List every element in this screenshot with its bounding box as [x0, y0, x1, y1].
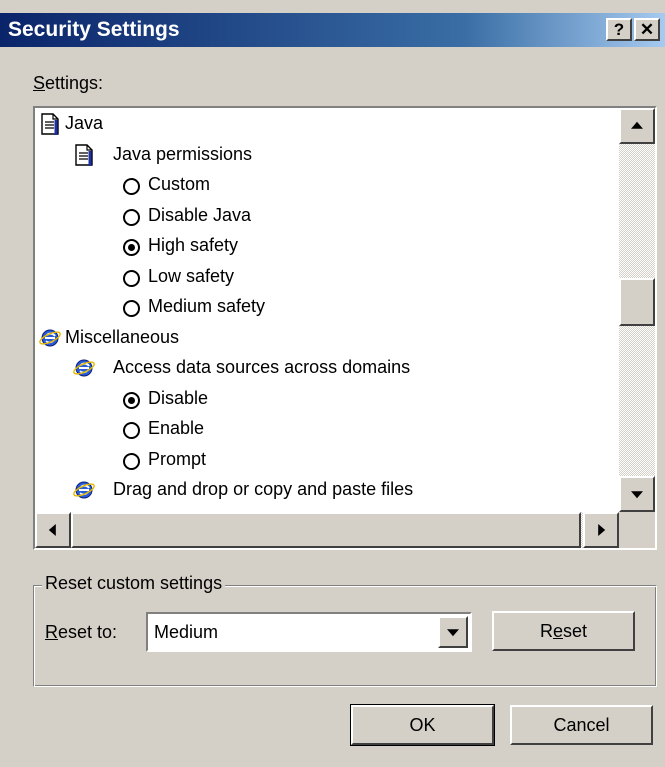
- document-icon: [73, 143, 95, 166]
- settings-tree-content: Java Java permissions Custom Disable Java Hi…: [35, 108, 619, 512]
- horizontal-scroll-thumb[interactable]: [71, 512, 581, 548]
- scroll-down-button[interactable]: [619, 476, 655, 512]
- setting-label: Access data sources across domains: [113, 357, 411, 377]
- cancel-button[interactable]: Cancel: [510, 705, 653, 745]
- security-settings-dialog: Security Settings ? ✕ Settings: Java Java…: [0, 0, 665, 767]
- setting-option-row[interactable]: Prompt: [35, 446, 619, 474]
- radio-button[interactable]: [123, 178, 140, 195]
- radio-button[interactable]: [123, 452, 140, 470]
- arrow-down-icon: [631, 491, 643, 499]
- settings-label-rest: ettings:: [45, 73, 104, 93]
- setting-label: Drag and drop or copy and paste files: [113, 479, 414, 499]
- reset-button-pre: R: [539, 621, 553, 641]
- setting-category-row: Java: [35, 110, 619, 138]
- setting-label: Prompt: [148, 448, 207, 469]
- setting-label: Java permissions: [113, 143, 253, 164]
- reset-level-select[interactable]: Medium: [146, 612, 472, 652]
- setting-label: Custom: [148, 174, 211, 194]
- vertical-scrollbar[interactable]: [619, 108, 655, 512]
- setting-option-row[interactable]: High safety: [35, 232, 619, 260]
- setting-option-row[interactable]: Disable: [35, 385, 619, 413]
- arrow-left-icon: [48, 524, 56, 536]
- reset-button[interactable]: Reset: [492, 611, 635, 651]
- chevron-down-icon: [447, 629, 459, 637]
- group-legend: Reset custom settings: [42, 573, 226, 594]
- ie-icon: [73, 479, 95, 501]
- ie-icon: [39, 327, 61, 349]
- scroll-left-button[interactable]: [35, 512, 71, 548]
- close-button[interactable]: ✕: [634, 18, 660, 41]
- setting-label: Low safety: [148, 265, 235, 286]
- setting-label: Medium safety: [148, 296, 266, 316]
- setting-label: Enable: [148, 418, 205, 438]
- scroll-up-button[interactable]: [619, 108, 655, 144]
- reset-level-value: Medium: [154, 622, 219, 642]
- reset-to-label: Reset to:: [45, 622, 117, 643]
- setting-option-row[interactable]: Enable: [35, 415, 619, 443]
- setting-label: Disable Java: [148, 204, 252, 225]
- radio-button[interactable]: [123, 391, 140, 409]
- arrow-up-icon: [631, 121, 643, 129]
- setting-category-row: Miscellaneous: [35, 324, 619, 352]
- document-icon: [39, 113, 61, 135]
- setting-label: High safety: [148, 235, 239, 255]
- setting-option-row[interactable]: Disable Java: [35, 202, 619, 230]
- setting-label: Miscellaneous: [65, 326, 180, 347]
- dropdown-button[interactable]: [438, 616, 468, 648]
- radio-button[interactable]: [123, 208, 140, 226]
- horizontal-scrollbar[interactable]: [35, 512, 619, 548]
- arrow-right-icon: [598, 524, 606, 536]
- reset-button-accel: e: [552, 621, 563, 641]
- setting-option-row[interactable]: Custom: [35, 171, 619, 199]
- setting-subcategory-row: Drag and drop or copy and paste files: [35, 476, 619, 504]
- settings-label: Settings:: [33, 73, 103, 94]
- reset-to-accel: R: [45, 622, 58, 642]
- close-icon: ✕: [639, 20, 655, 39]
- help-icon: ?: [613, 20, 625, 39]
- window-title: Security Settings: [8, 18, 180, 41]
- radio-button[interactable]: [123, 300, 140, 317]
- ok-button[interactable]: OK: [350, 704, 495, 746]
- radio-button[interactable]: [123, 239, 140, 256]
- reset-to-rest: eset to:: [58, 622, 118, 642]
- scroll-right-button[interactable]: [583, 512, 619, 548]
- radio-button[interactable]: [123, 422, 140, 439]
- settings-label-accel: S: [33, 73, 46, 93]
- radio-button[interactable]: [123, 269, 140, 287]
- vertical-scroll-thumb[interactable]: [619, 278, 655, 326]
- reset-button-post: set: [563, 621, 588, 641]
- title-bar: Security Settings ? ✕: [0, 13, 665, 47]
- setting-option-row[interactable]: Medium safety: [35, 293, 619, 321]
- help-button[interactable]: ?: [606, 18, 632, 41]
- settings-tree[interactable]: Java Java permissions Custom Disable Java Hi…: [33, 106, 657, 550]
- setting-option-row[interactable]: Low safety: [35, 263, 619, 291]
- setting-label: Disable: [148, 387, 209, 408]
- setting-subcategory-row: Access data sources across domains: [35, 354, 619, 382]
- setting-subcategory-row: Java permissions: [35, 141, 619, 169]
- scrollbar-corner: [619, 512, 655, 548]
- setting-label: Java: [65, 113, 104, 133]
- ie-icon: [73, 357, 95, 379]
